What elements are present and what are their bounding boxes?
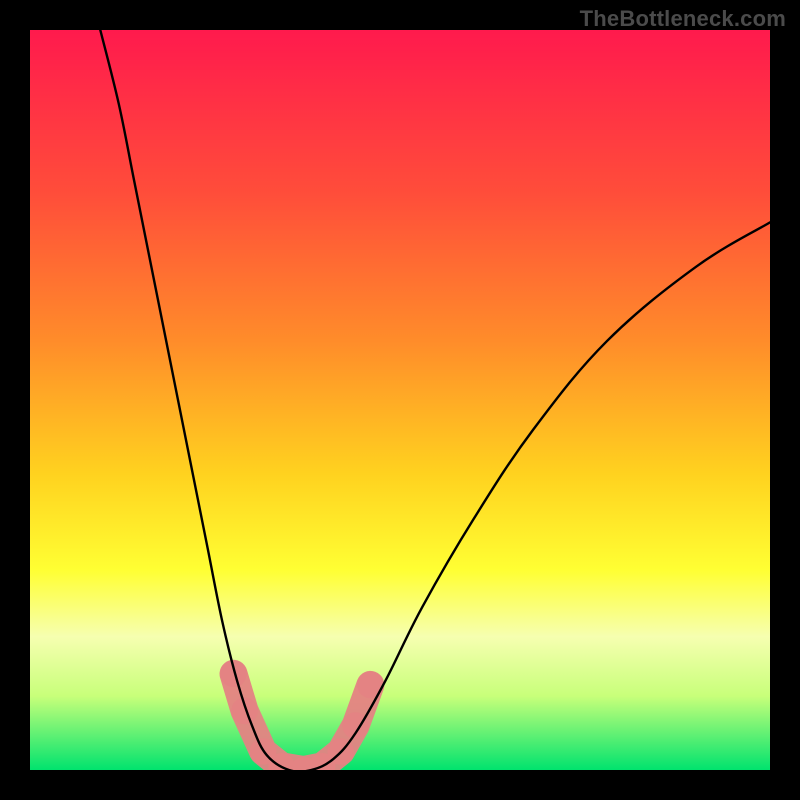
bottleneck-curve-chart [30,30,770,770]
watermark-text: TheBottleneck.com [580,6,786,32]
plot-area [30,30,770,770]
heat-gradient-background [30,30,770,770]
chart-frame: TheBottleneck.com [0,0,800,800]
marker-dot [357,672,384,699]
